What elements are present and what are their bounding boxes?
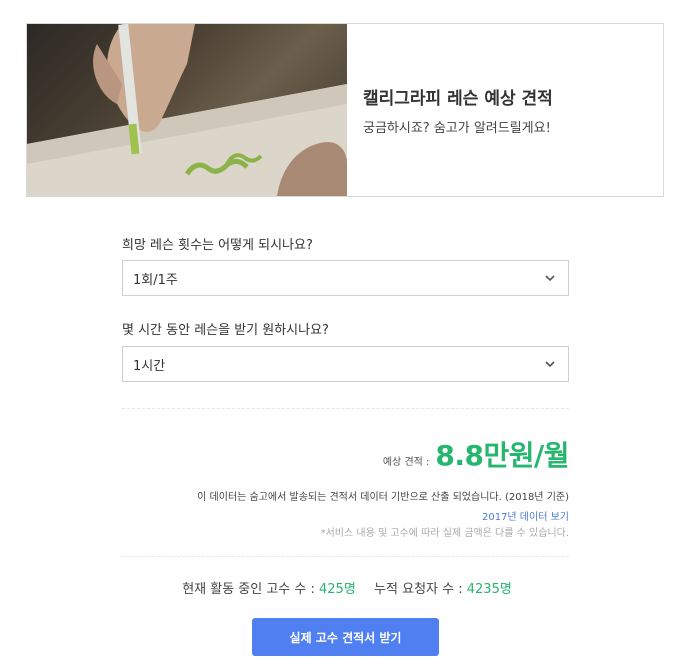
calligraphy-photo bbox=[27, 24, 347, 196]
get-real-quotes-button[interactable]: 실제 고수 견적서 받기 bbox=[252, 618, 439, 656]
estimate-result: 예상 견적 : 8.8만원/월 bbox=[382, 434, 570, 474]
view-2017-data-link[interactable]: 2017년 데이터 보기 bbox=[482, 508, 569, 523]
hero-text-block: 캘리그라피 레슨 예상 견적 궁금하시죠? 숨고가 알려드릴게요! bbox=[347, 24, 663, 196]
active-pros-count: 425명 bbox=[319, 582, 356, 597]
total-requesters-count: 4235명 bbox=[466, 582, 512, 597]
duration-select[interactable]: 1시간 bbox=[122, 346, 569, 382]
disclaimer-note: *서비스 내용 및 고수에 따라 실제 금액은 다를 수 있습니다. bbox=[320, 528, 569, 539]
divider bbox=[122, 556, 569, 557]
duration-question: 몇 시간 동안 레슨을 받기 원하시나요? bbox=[122, 323, 329, 338]
chevron-down-icon bbox=[544, 358, 556, 370]
stats-line: 현재 활동 중인 고수 수 : 425명 누적 요청자 수 : 4235명 bbox=[0, 578, 694, 597]
active-pros-label: 현재 활동 중인 고수 수 : bbox=[182, 582, 315, 597]
frequency-select[interactable]: 1회/1주 bbox=[122, 260, 569, 296]
divider bbox=[122, 408, 569, 409]
duration-selected-value: 1시간 bbox=[133, 358, 166, 374]
hero-subtitle: 궁금하시죠? 숨고가 알려드릴게요! bbox=[363, 121, 551, 136]
estimate-label: 예상 견적 : bbox=[382, 457, 430, 468]
chevron-down-icon bbox=[544, 272, 556, 284]
frequency-question: 희망 레슨 횟수는 어떻게 되시나요? bbox=[122, 238, 313, 253]
data-source-note: 이 데이터는 숨고에서 발송되는 견적서 데이터 기반으로 산출 되었습니다. … bbox=[197, 492, 569, 503]
total-requesters-label: 누적 요청자 수 : bbox=[374, 582, 463, 597]
hero-banner: 캘리그라피 레슨 예상 견적 궁금하시죠? 숨고가 알려드릴게요! bbox=[26, 23, 664, 197]
frequency-selected-value: 1회/1주 bbox=[133, 272, 178, 288]
estimate-value: 8.8만원/월 bbox=[435, 439, 569, 472]
hero-title: 캘리그라피 레슨 예상 견적 bbox=[363, 89, 553, 109]
